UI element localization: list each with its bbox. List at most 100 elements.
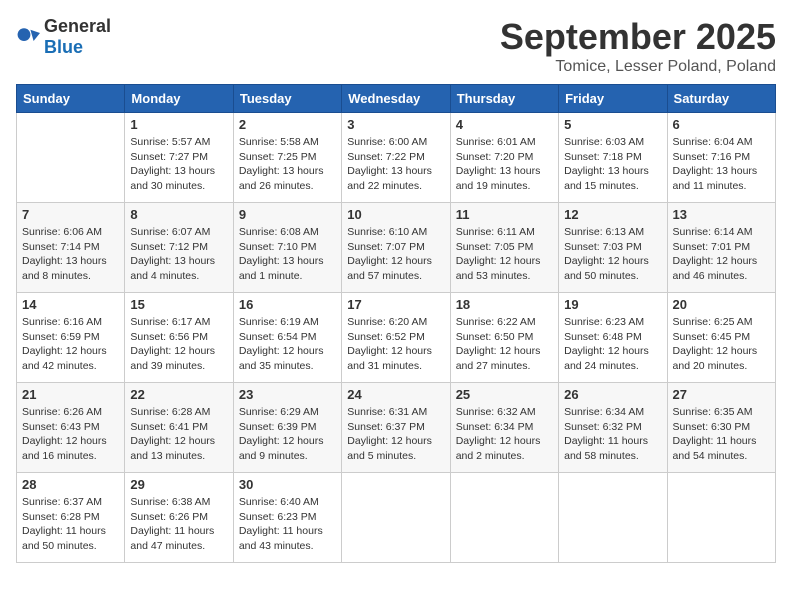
day-number: 22 [130,387,227,402]
day-number: 16 [239,297,336,312]
calendar-cell [450,473,558,563]
day-info: Sunrise: 6:34 AM Sunset: 6:32 PM Dayligh… [564,405,661,464]
day-number: 2 [239,117,336,132]
logo-general: General [44,16,111,36]
calendar-cell: 18 Sunrise: 6:22 AM Sunset: 6:50 PM Dayli… [450,293,558,383]
day-number: 11 [456,207,553,222]
day-info: Sunrise: 6:26 AM Sunset: 6:43 PM Dayligh… [22,405,119,464]
calendar-week-5: 28 Sunrise: 6:37 AM Sunset: 6:28 PM Dayli… [17,473,776,563]
calendar-cell: 5 Sunrise: 6:03 AM Sunset: 7:18 PM Daylig… [559,113,667,203]
calendar-cell: 6 Sunrise: 6:04 AM Sunset: 7:16 PM Daylig… [667,113,775,203]
calendar-week-4: 21 Sunrise: 6:26 AM Sunset: 6:43 PM Dayli… [17,383,776,473]
header: General Blue September 2025 Tomice, Less… [16,16,776,76]
day-number: 20 [673,297,770,312]
calendar-cell: 19 Sunrise: 6:23 AM Sunset: 6:48 PM Dayli… [559,293,667,383]
day-number: 25 [456,387,553,402]
day-number: 30 [239,477,336,492]
day-number: 6 [673,117,770,132]
day-number: 29 [130,477,227,492]
day-number: 14 [22,297,119,312]
calendar-cell: 9 Sunrise: 6:08 AM Sunset: 7:10 PM Daylig… [233,203,341,293]
day-info: Sunrise: 6:23 AM Sunset: 6:48 PM Dayligh… [564,315,661,374]
logo-icon [16,25,40,49]
calendar-cell: 13Sunrise: 6:14 AM Sunset: 7:01 PM Dayli… [667,203,775,293]
day-info: Sunrise: 6:35 AM Sunset: 6:30 PM Dayligh… [673,405,770,464]
calendar-cell: 28 Sunrise: 6:37 AM Sunset: 6:28 PM Dayli… [17,473,125,563]
day-info: Sunrise: 6:17 AM Sunset: 6:56 PM Dayligh… [130,315,227,374]
day-info: Sunrise: 6:38 AM Sunset: 6:26 PM Dayligh… [130,495,227,554]
day-info: Sunrise: 6:31 AM Sunset: 6:37 PM Dayligh… [347,405,444,464]
day-info: Sunrise: 5:58 AM Sunset: 7:25 PM Dayligh… [239,135,336,194]
calendar-cell: 30 Sunrise: 6:40 AM Sunset: 6:23 PM Dayli… [233,473,341,563]
calendar-cell: 7 Sunrise: 6:06 AM Sunset: 7:14 PM Daylig… [17,203,125,293]
day-info: Sunrise: 6:40 AM Sunset: 6:23 PM Dayligh… [239,495,336,554]
day-number: 24 [347,387,444,402]
calendar-cell: 24 Sunrise: 6:31 AM Sunset: 6:37 PM Dayli… [342,383,450,473]
calendar-cell: 26 Sunrise: 6:34 AM Sunset: 6:32 PM Dayli… [559,383,667,473]
calendar-cell: 22 Sunrise: 6:28 AM Sunset: 6:41 PM Dayli… [125,383,233,473]
calendar-cell: 27 Sunrise: 6:35 AM Sunset: 6:30 PM Dayli… [667,383,775,473]
day-number: 18 [456,297,553,312]
calendar-cell: 2 Sunrise: 5:58 AM Sunset: 7:25 PM Daylig… [233,113,341,203]
day-number: 5 [564,117,661,132]
month-title: September 2025 [500,16,776,58]
day-info: Sunrise: 6:08 AM Sunset: 7:10 PM Dayligh… [239,225,336,284]
day-info: Sunrise: 6:16 AM Sunset: 6:59 PM Dayligh… [22,315,119,374]
calendar-cell: 15Sunrise: 6:17 AM Sunset: 6:56 PM Dayli… [125,293,233,383]
day-info: Sunrise: 6:10 AM Sunset: 7:07 PM Dayligh… [347,225,444,284]
calendar-cell: 20Sunrise: 6:25 AM Sunset: 6:45 PM Dayli… [667,293,775,383]
calendar-cell [667,473,775,563]
day-info: Sunrise: 6:07 AM Sunset: 7:12 PM Dayligh… [130,225,227,284]
calendar-cell: 3Sunrise: 6:00 AM Sunset: 7:22 PM Daylig… [342,113,450,203]
day-info: Sunrise: 6:06 AM Sunset: 7:14 PM Dayligh… [22,225,119,284]
day-number: 26 [564,387,661,402]
calendar-cell: 16 Sunrise: 6:19 AM Sunset: 6:54 PM Dayli… [233,293,341,383]
day-number: 19 [564,297,661,312]
day-number: 27 [673,387,770,402]
calendar-cell: 23Sunrise: 6:29 AM Sunset: 6:39 PM Dayli… [233,383,341,473]
day-number: 4 [456,117,553,132]
header-cell-monday: Monday [125,85,233,113]
calendar-cell: 12Sunrise: 6:13 AM Sunset: 7:03 PM Dayli… [559,203,667,293]
day-info: Sunrise: 6:03 AM Sunset: 7:18 PM Dayligh… [564,135,661,194]
calendar-cell: 4 Sunrise: 6:01 AM Sunset: 7:20 PM Daylig… [450,113,558,203]
day-info: Sunrise: 6:13 AM Sunset: 7:03 PM Dayligh… [564,225,661,284]
calendar-week-3: 14 Sunrise: 6:16 AM Sunset: 6:59 PM Dayli… [17,293,776,383]
calendar-cell: 1Sunrise: 5:57 AM Sunset: 7:27 PM Daylig… [125,113,233,203]
header-cell-thursday: Thursday [450,85,558,113]
day-info: Sunrise: 6:37 AM Sunset: 6:28 PM Dayligh… [22,495,119,554]
header-cell-saturday: Saturday [667,85,775,113]
day-number: 21 [22,387,119,402]
day-number: 23 [239,387,336,402]
header-cell-wednesday: Wednesday [342,85,450,113]
day-number: 17 [347,297,444,312]
day-info: Sunrise: 6:04 AM Sunset: 7:16 PM Dayligh… [673,135,770,194]
day-info: Sunrise: 5:57 AM Sunset: 7:27 PM Dayligh… [130,135,227,194]
location-title: Tomice, Lesser Poland, Poland [500,58,776,76]
calendar-table: SundayMondayTuesdayWednesdayThursdayFrid… [16,84,776,563]
calendar-header-row: SundayMondayTuesdayWednesdayThursdayFrid… [17,85,776,113]
day-info: Sunrise: 6:01 AM Sunset: 7:20 PM Dayligh… [456,135,553,194]
day-number: 8 [130,207,227,222]
calendar-cell [559,473,667,563]
day-info: Sunrise: 6:28 AM Sunset: 6:41 PM Dayligh… [130,405,227,464]
day-info: Sunrise: 6:00 AM Sunset: 7:22 PM Dayligh… [347,135,444,194]
calendar-cell: 17Sunrise: 6:20 AM Sunset: 6:52 PM Dayli… [342,293,450,383]
calendar-week-1: 1Sunrise: 5:57 AM Sunset: 7:27 PM Daylig… [17,113,776,203]
header-cell-friday: Friday [559,85,667,113]
calendar-cell: 29 Sunrise: 6:38 AM Sunset: 6:26 PM Dayli… [125,473,233,563]
day-number: 10 [347,207,444,222]
day-number: 28 [22,477,119,492]
calendar-cell: 10 Sunrise: 6:10 AM Sunset: 7:07 PM Dayli… [342,203,450,293]
day-number: 7 [22,207,119,222]
calendar-cell: 14 Sunrise: 6:16 AM Sunset: 6:59 PM Dayli… [17,293,125,383]
header-cell-tuesday: Tuesday [233,85,341,113]
calendar-cell [17,113,125,203]
day-info: Sunrise: 6:22 AM Sunset: 6:50 PM Dayligh… [456,315,553,374]
calendar-body: 1Sunrise: 5:57 AM Sunset: 7:27 PM Daylig… [17,113,776,563]
calendar-cell [342,473,450,563]
day-info: Sunrise: 6:19 AM Sunset: 6:54 PM Dayligh… [239,315,336,374]
header-cell-sunday: Sunday [17,85,125,113]
calendar-cell: 8 Sunrise: 6:07 AM Sunset: 7:12 PM Daylig… [125,203,233,293]
day-number: 9 [239,207,336,222]
